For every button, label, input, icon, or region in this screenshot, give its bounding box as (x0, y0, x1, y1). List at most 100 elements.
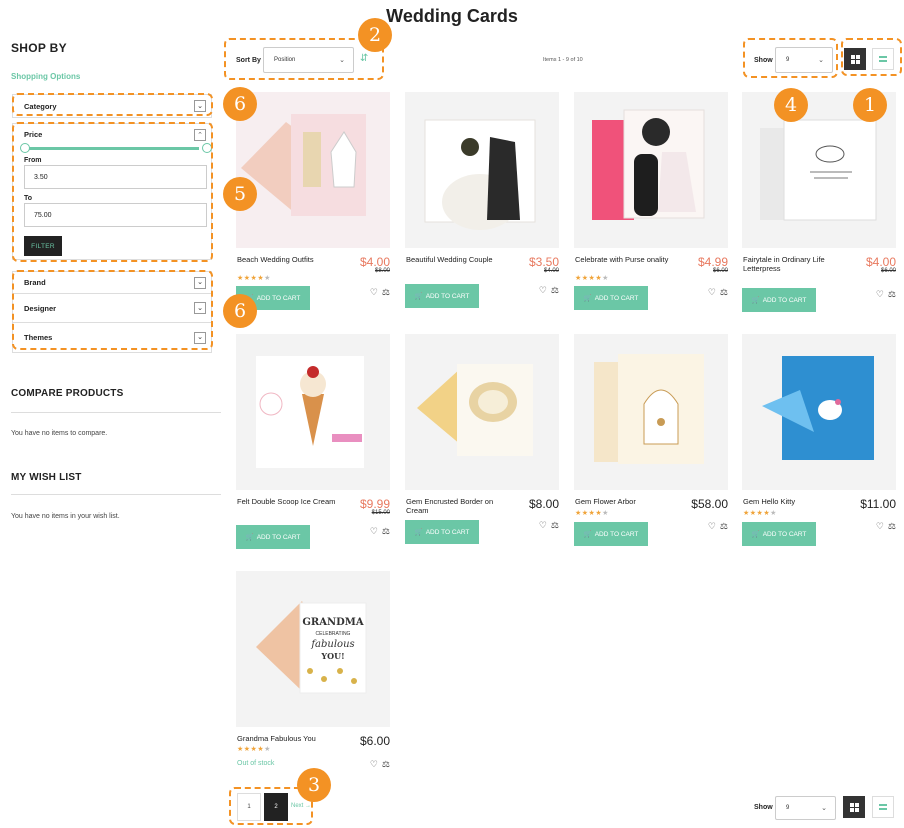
compare-icon[interactable]: ⚖ (551, 520, 559, 531)
items-count: Items 1 - 9 of 10 (543, 57, 583, 63)
card-art-text: GRANDMA (302, 617, 363, 628)
add-to-cart-button[interactable]: 🛒ADD TO CART (236, 525, 310, 549)
add-to-cart-button[interactable]: 🛒ADD TO CART (742, 522, 816, 546)
cart-icon: 🛒 (751, 297, 760, 304)
wishlist-heart-icon[interactable]: ♡ (708, 287, 716, 298)
chevron-down-icon: ⌄ (821, 805, 827, 812)
compare-icon[interactable]: ⚖ (551, 285, 559, 296)
product-name[interactable]: Fairytale in Ordinary Life Letterpress (743, 255, 853, 273)
product-name[interactable]: Gem Encrusted Border on Cream (406, 497, 516, 515)
wishlist-heart-icon[interactable]: ♡ (370, 759, 378, 770)
product-price: $11.00 (860, 497, 896, 511)
product-image[interactable] (405, 334, 559, 490)
product-price: $4.00 (865, 255, 896, 269)
cart-icon: 🛒 (751, 531, 760, 538)
product-image[interactable] (236, 334, 390, 490)
wishlist-heart-icon[interactable]: ♡ (370, 526, 378, 537)
annotation-marker: 3 (297, 768, 331, 802)
cart-icon: 🛒 (414, 529, 423, 536)
compare-icon[interactable]: ⚖ (382, 287, 390, 298)
product-card: Beautiful Wedding Couple $3.50 $4.00 🛒 AD… (405, 92, 561, 312)
stock-status: Out of stock (237, 760, 275, 767)
product-image-art (236, 334, 390, 490)
product-price: $4.00 (359, 255, 390, 269)
product-image-art (405, 334, 559, 490)
grid-view-button[interactable] (843, 796, 865, 818)
product-image-art (405, 92, 559, 248)
annotation-marker: 5 (223, 177, 257, 211)
card-art-text: fabulous (310, 639, 354, 650)
add-to-cart-label: ADD TO CART (425, 292, 470, 300)
product-image-art: GRANDMA CELEBRATING fabulous YOU! (236, 571, 390, 727)
list-view-button[interactable] (872, 796, 894, 818)
product-image[interactable] (405, 92, 559, 248)
annotation-box (12, 93, 213, 116)
product-image-art (574, 92, 728, 248)
compare-empty-text: You have no items to compare. (11, 430, 108, 437)
add-to-cart-label: ADD TO CART (425, 528, 470, 536)
product-name[interactable]: Grandma Fabulous You (237, 734, 347, 743)
annotation-marker: 1 (853, 88, 887, 122)
compare-icon[interactable]: ⚖ (382, 526, 390, 537)
annotation-box (12, 270, 213, 350)
add-to-cart-button[interactable]: 🛒ADD TO CART (405, 284, 479, 308)
product-image[interactable] (742, 334, 896, 490)
add-to-cart-button[interactable]: 🛒ADD TO CART (742, 288, 816, 312)
product-card: Celebrate with Purse onality $4.99 $6.00… (574, 92, 730, 312)
cart-icon: 🛒 (583, 295, 592, 302)
compare-icon[interactable]: ⚖ (888, 521, 896, 532)
annotation-marker: 6 (223, 87, 257, 121)
annotation-marker: 2 (358, 18, 392, 52)
product-name[interactable]: Beautiful Wedding Couple (406, 255, 516, 264)
divider (11, 494, 221, 495)
page-title: Wedding Cards (386, 6, 518, 26)
wishlist-heart-icon[interactable]: ♡ (876, 521, 884, 532)
product-price: $58.00 (691, 497, 728, 511)
product-image[interactable] (236, 92, 390, 248)
add-to-cart-label: ADD TO CART (256, 294, 301, 302)
limiter-value: 9 (786, 805, 790, 811)
annotation-box (12, 122, 213, 262)
product-name[interactable]: Celebrate with Purse onality (575, 255, 685, 264)
add-to-cart-label: ADD TO CART (256, 533, 301, 541)
product-name[interactable]: Gem Hello Kitty (743, 497, 853, 506)
wishlist-heart-icon[interactable]: ♡ (539, 285, 547, 296)
annotation-marker: 6 (223, 294, 257, 328)
product-image[interactable] (574, 92, 728, 248)
product-name[interactable]: Gem Flower Arbor (575, 497, 685, 506)
product-image-art (236, 92, 390, 248)
compare-icon[interactable]: ⚖ (720, 287, 728, 298)
product-image[interactable] (574, 334, 728, 490)
compare-title: COMPARE PRODUCTS (11, 388, 124, 399)
product-image[interactable]: GRANDMA CELEBRATING fabulous YOU! (236, 571, 390, 727)
add-to-cart-button[interactable]: 🛒ADD TO CART (574, 522, 648, 546)
add-to-cart-button[interactable]: 🛒ADD TO CART (405, 520, 479, 544)
product-old-price: $15.00 (371, 510, 390, 516)
cart-icon: 🛒 (245, 534, 254, 541)
compare-icon[interactable]: ⚖ (888, 289, 896, 300)
product-price: $3.50 (528, 255, 559, 269)
product-name[interactable]: Felt Double Scoop Ice Cream (237, 497, 347, 506)
shopping-options-title: Shopping Options (11, 72, 81, 81)
product-name[interactable]: Beach Wedding Outfits (237, 255, 347, 264)
wishlist-empty-text: You have no items in your wish list. (11, 513, 120, 520)
add-to-cart-label: ADD TO CART (594, 530, 639, 538)
product-old-price: $6.00 (880, 268, 896, 274)
limiter-select-bottom[interactable]: 9 ⌄ (775, 796, 836, 820)
compare-icon[interactable]: ⚖ (382, 759, 390, 770)
wishlist-heart-icon[interactable]: ♡ (708, 521, 716, 532)
compare-icon[interactable]: ⚖ (720, 521, 728, 532)
grid-icon (849, 802, 859, 812)
product-card: Gem Encrusted Border on Cream $8.00 🛒 ADD… (405, 334, 561, 554)
product-price: $4.99 (697, 255, 728, 269)
product-image-art (574, 334, 728, 490)
product-card: Fairytale in Ordinary Life Letterpress $… (742, 92, 898, 312)
rating-stars: ★★★★★ (743, 510, 777, 517)
add-to-cart-button[interactable]: 🛒ADD TO CART (574, 286, 648, 310)
annotation-box (841, 38, 902, 76)
wishlist-heart-icon[interactable]: ♡ (876, 289, 884, 300)
wishlist-heart-icon[interactable]: ♡ (539, 520, 547, 531)
product-card: Felt Double Scoop Ice Cream $9.99 $15.00… (236, 334, 392, 554)
wishlist-heart-icon[interactable]: ♡ (370, 287, 378, 298)
product-card: GRANDMA CELEBRATING fabulous YOU! Grandm… (236, 571, 392, 776)
